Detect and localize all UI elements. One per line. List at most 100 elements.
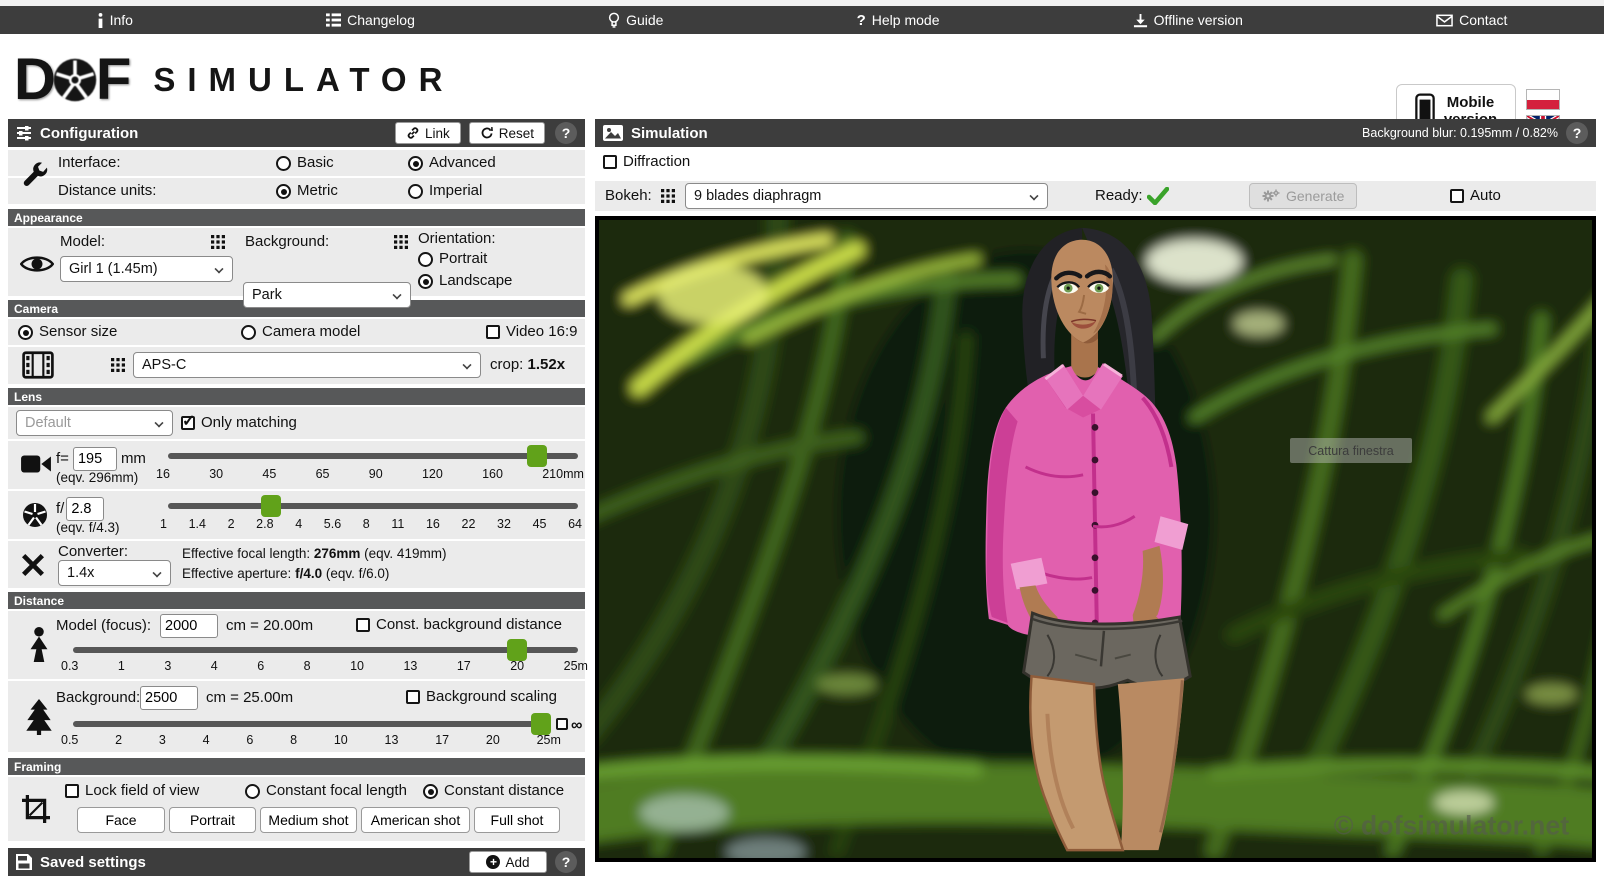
- radio-constant-focal-length[interactable]: [245, 784, 260, 799]
- distance-block: Model (focus): cm = 20.00m Const. backgr…: [8, 611, 588, 752]
- top-navigation: Info Changelog Guide ? Help mode Offline…: [0, 6, 1604, 34]
- radio-interface-basic[interactable]: [276, 156, 291, 171]
- add-setting-button[interactable]: + Add: [469, 851, 547, 873]
- configuration-title: Configuration: [40, 124, 139, 142]
- background-distance-slider[interactable]: [73, 713, 552, 735]
- bokeh-grid-picker-icon[interactable]: [661, 189, 675, 203]
- nav-info[interactable]: Info: [87, 6, 143, 34]
- slider-handle[interactable]: [507, 639, 528, 661]
- tick-label: 20: [485, 733, 500, 747]
- bokeh-select[interactable]: 9 blades diaphragm: [685, 183, 1048, 209]
- background-distance-input[interactable]: [140, 686, 198, 710]
- radio-units-imperial[interactable]: [408, 184, 423, 199]
- crop-factor: crop: 1.52x: [490, 356, 565, 373]
- slider-handle[interactable]: [260, 495, 281, 517]
- bokeh-select-value: 9 blades diaphragm: [694, 188, 822, 204]
- focal-equivalent: (eqv. 296mm): [56, 470, 139, 485]
- checkbox-only-matching[interactable]: ✓: [181, 413, 195, 430]
- aperture-input[interactable]: [66, 497, 105, 521]
- face-shot-button[interactable]: Face: [77, 807, 165, 833]
- lens-select[interactable]: Default: [16, 410, 173, 436]
- slider-track[interactable]: [73, 647, 578, 653]
- distance-section-bar: Distance: [8, 592, 585, 609]
- nav-offline-version[interactable]: Offline version: [1123, 6, 1253, 34]
- simulation-header: Simulation Background blur: 0.195mm / 0.…: [595, 119, 1596, 147]
- checkbox-background-scaling[interactable]: [406, 690, 420, 704]
- model-distance-suffix: cm = 20.00m: [226, 617, 314, 634]
- watermark: © dofsimulator.net: [1334, 810, 1570, 840]
- envelope-icon: [1436, 14, 1453, 26]
- nav-contact[interactable]: Contact: [1426, 6, 1517, 34]
- reset-button[interactable]: Reset: [468, 122, 545, 144]
- radio-sensor-size[interactable]: [18, 325, 33, 340]
- full-shot-button[interactable]: Full shot: [474, 807, 560, 833]
- camera-block: Sensor size Camera model Video 16:9 APS-…: [8, 319, 585, 384]
- radio-camera-model[interactable]: [241, 325, 256, 340]
- nav-guide[interactable]: Guide: [598, 6, 673, 34]
- model-distance-input[interactable]: [160, 614, 218, 638]
- radio-orientation-portrait[interactable]: [418, 252, 433, 267]
- bokeh-label: Bokeh:: [605, 187, 652, 204]
- slider-track[interactable]: [73, 721, 551, 727]
- effective-focal-label: Effective focal length:: [182, 546, 311, 561]
- nav-changelog[interactable]: Changelog: [316, 6, 425, 34]
- checkbox-const-background-distance[interactable]: [356, 618, 370, 632]
- generate-button[interactable]: Generate: [1249, 183, 1358, 209]
- effective-aperture-label: Effective aperture:: [182, 566, 292, 581]
- checkbox-infinity[interactable]: [556, 718, 568, 730]
- model-grid-picker-icon[interactable]: [211, 235, 225, 249]
- model-distance-slider[interactable]: [73, 639, 578, 661]
- radio-constant-distance[interactable]: [423, 784, 438, 799]
- checkbox-video-169[interactable]: [486, 325, 500, 339]
- radio-label: Sensor size: [39, 323, 118, 340]
- flag-poland[interactable]: [1526, 89, 1560, 110]
- sensor-size-select[interactable]: APS-C: [133, 352, 481, 378]
- aperture-input-group: f/: [56, 497, 105, 521]
- american-shot-button[interactable]: American shot: [361, 807, 470, 833]
- focal-length-slider[interactable]: [168, 445, 578, 467]
- medium-shot-button[interactable]: Medium shot: [260, 807, 357, 833]
- model-distance-row: Model (focus): cm = 20.00m Const. backgr…: [8, 611, 588, 679]
- tick-label: 17: [435, 733, 450, 747]
- checkbox-lock-field-of-view[interactable]: [65, 784, 79, 798]
- saved-settings-help-button[interactable]: ?: [555, 851, 577, 873]
- focal-length-input[interactable]: [72, 447, 117, 471]
- nav-help-mode[interactable]: ? Help mode: [847, 6, 950, 34]
- effective-values: Effective focal length: 276mm (eqv. 419m…: [182, 544, 446, 584]
- tick-label: 10: [350, 659, 364, 673]
- portrait-shot-button[interactable]: Portrait: [169, 807, 256, 833]
- tick-label: 25m: [536, 733, 561, 747]
- aperture-equivalent: (eqv. f/4.3): [56, 520, 120, 535]
- sensor-grid-picker-icon[interactable]: [111, 358, 125, 372]
- slider-track[interactable]: [168, 453, 578, 459]
- converter-select[interactable]: 1.4x: [58, 560, 171, 586]
- checkbox-diffraction[interactable]: [603, 155, 617, 169]
- configuration-panel: Configuration Link Reset ? Interface: Ba…: [8, 119, 588, 876]
- checkbox-auto[interactable]: [1450, 189, 1464, 203]
- slider-handle[interactable]: [531, 713, 552, 735]
- simulation-help-button[interactable]: ?: [1566, 122, 1588, 144]
- tick-label: 5.6: [323, 517, 342, 531]
- background-distance-label: Background:: [56, 689, 141, 706]
- appearance-block: Model: Girl 1 (1.45m) Background: Park O…: [8, 228, 585, 308]
- background-grid-picker-icon[interactable]: [394, 235, 408, 249]
- chevron-down-icon: [462, 360, 472, 370]
- slider-handle[interactable]: [527, 445, 547, 467]
- tick-label: 1.4: [188, 517, 206, 531]
- radio-units-metric[interactable]: [276, 184, 291, 199]
- checkbox-label: Video 16:9: [506, 323, 578, 340]
- simulation-panel: Simulation Background blur: 0.195mm / 0.…: [595, 119, 1596, 862]
- reset-icon: [481, 126, 493, 139]
- model-distance-ticks: 0.3 1 3 4 6 8 10 13 17 20 25m: [61, 659, 588, 673]
- configuration-help-button[interactable]: ?: [555, 122, 577, 144]
- gears-icon: [1262, 189, 1280, 202]
- radio-orientation-landscape[interactable]: [418, 274, 433, 289]
- sliders-icon: [17, 126, 31, 141]
- model-select[interactable]: Girl 1 (1.45m): [60, 256, 233, 282]
- slider-track[interactable]: [168, 503, 578, 509]
- aperture-slider[interactable]: [168, 495, 578, 517]
- background-select[interactable]: Park: [243, 282, 411, 308]
- radio-interface-advanced[interactable]: [408, 156, 423, 171]
- link-button[interactable]: Link: [394, 122, 461, 144]
- simulation-image[interactable]: © dofsimulator.net Cattura finestra: [595, 216, 1596, 862]
